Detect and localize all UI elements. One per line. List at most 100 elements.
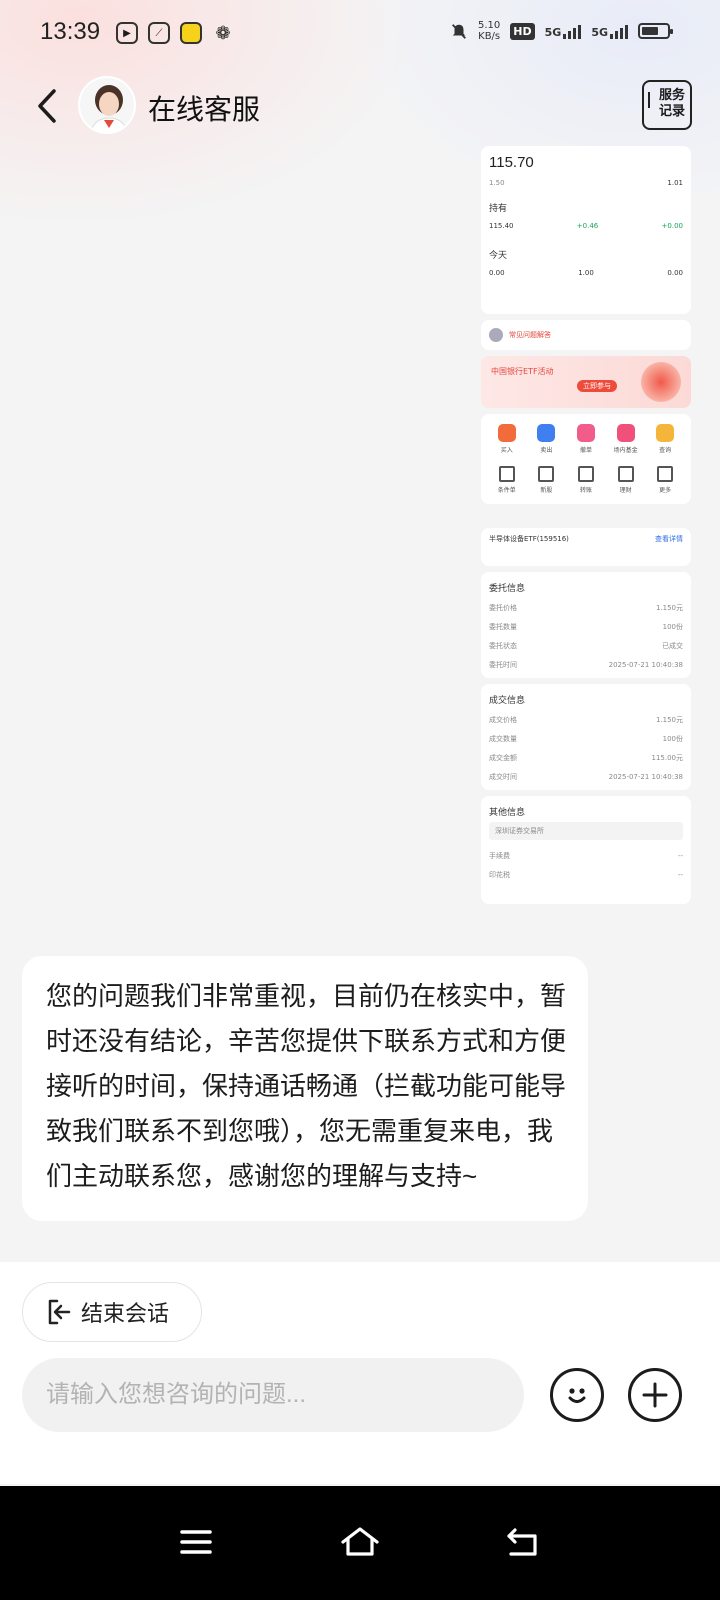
fund-icon: 场内基金 xyxy=(606,424,646,454)
other-info-title: 其他信息 xyxy=(489,807,526,818)
today-value-1: 0.00 xyxy=(489,269,505,277)
user-avatar-icon xyxy=(489,328,503,342)
sim1-network-type: 5G xyxy=(544,26,562,39)
end-chat-button[interactable]: 结束会话 xyxy=(22,1282,202,1342)
exit-icon xyxy=(48,1299,71,1325)
order-info-title: 委托信息 xyxy=(489,583,526,594)
agent-portrait-icon xyxy=(80,78,134,132)
plus-icon xyxy=(642,1382,668,1408)
ratio-value: 1.01 xyxy=(667,179,683,187)
return-icon xyxy=(507,1528,537,1556)
order-key: 委托时间 xyxy=(489,660,517,669)
menu-button[interactable] xyxy=(176,1522,216,1562)
home-icon xyxy=(341,1527,379,1556)
other-key: 印花税 xyxy=(489,870,510,879)
deal-val: 1.150元 xyxy=(655,715,683,724)
deal-val: 100份 xyxy=(662,734,683,743)
other-key: 手续费 xyxy=(489,851,510,860)
leaf-app-icon: ⟋ xyxy=(148,22,170,44)
sim2-signal: 5G xyxy=(591,23,628,39)
message-input[interactable] xyxy=(22,1358,524,1432)
battery-icon xyxy=(638,23,673,39)
position-card: 115.70 1.50 1.01 持有 115.40 +0.46 +0.00 今… xyxy=(481,146,691,314)
other-info-card: 其他信息 深圳证券交易所 手续费 -- 印花税 -- xyxy=(481,796,691,904)
network-speed: 5.10 KB/s xyxy=(478,20,500,42)
signal-bars-icon xyxy=(610,23,628,39)
record-icon xyxy=(648,92,652,108)
notice-text: 常见问题解答 xyxy=(509,331,551,339)
holding-change: +0.46 xyxy=(576,222,599,230)
notification-icons: ▶ ⟋ ❁ xyxy=(116,22,234,44)
status-indicators: 5.10 KB/s HD 5G 5G xyxy=(450,20,673,42)
order-key: 委托数量 xyxy=(489,622,517,631)
promo-button: 立即参与 xyxy=(577,380,617,392)
sell-icon: 卖出 xyxy=(527,424,567,454)
chat-image-message[interactable]: 115.70 1.50 1.01 持有 115.40 +0.46 +0.00 今… xyxy=(481,146,691,910)
sim2-network-type: 5G xyxy=(591,26,608,39)
video-app-icon: ▶ xyxy=(116,22,138,44)
holding-value: 115.40 xyxy=(489,222,514,230)
end-chat-label: 结束会话 xyxy=(81,1301,170,1326)
chat-header: 在线客服 服务 记录 xyxy=(0,70,720,146)
order-key: 委托价格 xyxy=(489,603,517,612)
status-time: 13:39 xyxy=(40,18,101,45)
gift-icon xyxy=(641,362,681,402)
speed-value: 5.10 xyxy=(478,20,501,31)
order-info-card: 委托信息 委托价格 1.150元 委托数量 100份 委托状态 已成交 委托时间 202… xyxy=(481,572,691,678)
order-val: 2025-07-21 10:40:38 xyxy=(608,660,683,669)
meituan-app-icon xyxy=(180,22,202,44)
today-value-3: 0.00 xyxy=(667,269,683,277)
image-gap xyxy=(481,510,691,528)
fund-header-card: 半导体设备ETF(159516) 查看详情 xyxy=(481,528,691,566)
emoji-button[interactable] xyxy=(550,1368,604,1422)
speed-unit: KB/s xyxy=(478,31,501,42)
back-button[interactable] xyxy=(26,84,70,128)
more-options-button[interactable] xyxy=(628,1368,682,1422)
input-panel: 结束会话 xyxy=(0,1262,720,1484)
holding-title: 持有 xyxy=(489,204,508,214)
deal-key: 成交数量 xyxy=(489,734,517,743)
system-nav-bar xyxy=(0,1486,720,1600)
query-icon: 查询 xyxy=(645,424,685,454)
cancel-icon: 撤单 xyxy=(566,424,606,454)
grid-icon-3: 转账 xyxy=(566,466,606,494)
cost-value: 1.50 xyxy=(489,179,505,187)
deal-val: 115.00元 xyxy=(651,753,684,762)
deal-info-card: 成交信息 成交价格 1.150元 成交数量 100份 成交金额 115.00元 成交时… xyxy=(481,684,691,790)
today-title: 今天 xyxy=(489,251,508,261)
service-record-label-1: 服务 xyxy=(658,88,685,103)
service-record-label-2: 记录 xyxy=(658,104,685,119)
smiley-icon xyxy=(568,1388,586,1403)
order-val: 100份 xyxy=(662,622,683,631)
grid-icon-5: 更多 xyxy=(645,466,685,494)
deal-key: 成交时间 xyxy=(489,772,517,781)
today-value-2: 1.00 xyxy=(578,269,594,277)
service-record-button[interactable]: 服务 记录 xyxy=(642,80,692,130)
holding-pct: +0.00 xyxy=(661,222,683,230)
function-grid: 买入 卖出 撤单 场内基金 查询 条件单 新股 转账 理财 更多 xyxy=(481,414,691,504)
deal-info-title: 成交信息 xyxy=(489,695,526,706)
grid-icon-2: 新股 xyxy=(527,466,567,494)
back-nav-button[interactable] xyxy=(502,1522,542,1562)
fund-title: 半导体设备ETF(159516) xyxy=(489,535,569,543)
hd-badge: HD xyxy=(510,22,535,40)
agent-avatar xyxy=(78,76,136,134)
mute-bell-icon xyxy=(452,24,466,39)
agent-message-bubble: 您的问题我们非常重视，目前仍在核实中，暂时还没有结论，辛苦您提供下联系方式和方便… xyxy=(22,956,588,1221)
menu-icon xyxy=(180,1530,212,1554)
image-fade xyxy=(481,890,691,904)
notice-card: 常见问题解答 xyxy=(481,320,691,350)
deal-val: 2025-07-21 10:40:38 xyxy=(608,772,683,781)
signal-bars-icon xyxy=(563,23,582,39)
other-val: -- xyxy=(677,870,683,879)
agent-message-text: 您的问题我们非常重视，目前仍在核实中，暂时还没有结论，辛苦您提供下联系方式和方便… xyxy=(46,981,567,1191)
other-val: -- xyxy=(677,851,683,860)
grid-icon-4: 理财 xyxy=(606,466,646,494)
order-val: 1.150元 xyxy=(655,603,683,612)
price-value: 115.70 xyxy=(489,154,534,171)
wechat-icon: ❁ xyxy=(215,22,231,44)
promo-banner: 中国银行ETF活动 立即参与 xyxy=(481,356,691,408)
order-val: 已成交 xyxy=(662,641,683,650)
home-button[interactable] xyxy=(340,1522,380,1562)
deal-key: 成交金额 xyxy=(489,753,517,762)
